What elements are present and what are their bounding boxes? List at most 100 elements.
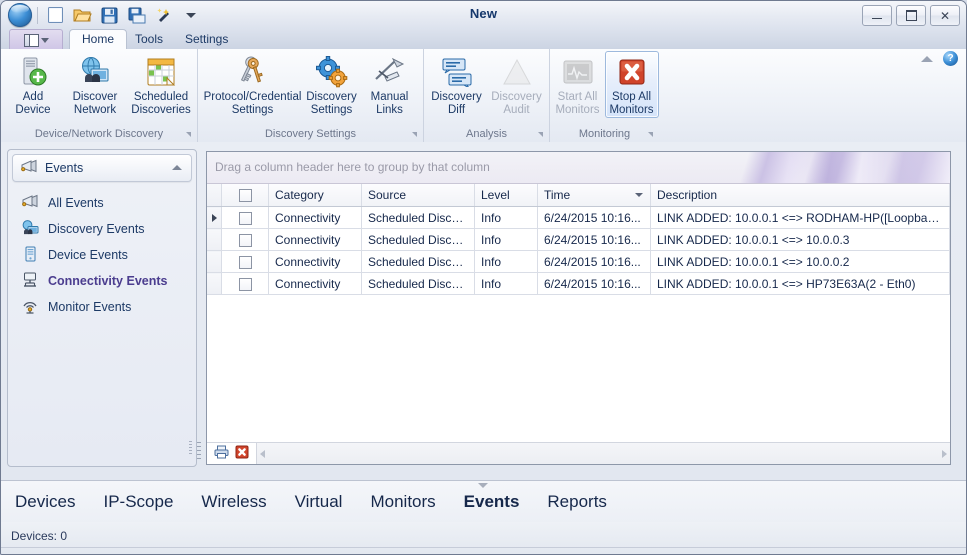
start-all-monitors-button[interactable]: Start All Monitors <box>551 51 605 118</box>
row-checkbox[interactable] <box>238 233 252 247</box>
column-header-time[interactable]: Time <box>537 184 651 207</box>
bottom-tab-wireless[interactable]: Wireless <box>201 492 266 512</box>
cell-category: Connectivity <box>268 250 362 273</box>
discovery-events-icon <box>21 219 39 239</box>
row-checkbox[interactable] <box>238 211 252 225</box>
add-device-label: Add Device <box>15 91 51 116</box>
dialog-launcher-monitoring[interactable] <box>648 132 653 137</box>
events-navigation-panel: Events All Events Discovery Events Devic… <box>7 149 197 467</box>
bottom-tab-monitors[interactable]: Monitors <box>370 492 435 512</box>
cell-level: Info <box>474 272 538 295</box>
close-button[interactable]: ✕ <box>930 5 960 26</box>
sidebar-item-connectivity-events[interactable]: Connectivity Events <box>8 268 196 294</box>
stop-all-monitors-button[interactable]: Stop All Monitors <box>604 51 659 118</box>
scroll-right-icon[interactable] <box>942 449 947 458</box>
column-header-source[interactable]: Source <box>361 184 475 207</box>
sidebar-item-discovery-events[interactable]: Discovery Events <box>8 216 196 242</box>
events-grid-panel: Drag a column header here to group by th… <box>206 151 951 465</box>
dialog-launcher-discovery-settings[interactable] <box>412 132 417 137</box>
select-all-checkbox[interactable] <box>238 189 252 203</box>
splitter-handle[interactable] <box>197 442 201 462</box>
discovery-settings-button[interactable]: Discovery Settings <box>301 51 363 118</box>
grid-footer <box>207 442 950 464</box>
sidebar-item-label: Connectivity Events <box>48 274 168 288</box>
tab-tools[interactable]: Tools <box>123 29 175 49</box>
discovery-audit-button[interactable]: Discovery Audit <box>487 51 547 118</box>
sidebar-item-monitor-events[interactable]: Monitor Events <box>8 294 196 320</box>
minimize-icon <box>872 18 882 19</box>
dialog-launcher-discovery[interactable] <box>186 132 191 137</box>
start-monitors-icon <box>562 55 594 89</box>
scroll-left-icon[interactable] <box>260 449 265 458</box>
row-select-cell[interactable] <box>221 250 269 273</box>
collapse-ribbon-icon[interactable] <box>921 55 933 62</box>
ribbon-group-monitoring: Start All Monitors Stop All Monitors Mon… <box>549 49 659 142</box>
bottom-tab-reports[interactable]: Reports <box>547 492 607 512</box>
table-row[interactable]: Connectivity Scheduled Discov... Info 6/… <box>207 228 950 251</box>
ribbon-right-controls: ? <box>921 51 958 66</box>
start-all-monitors-label: Start All Monitors <box>555 91 600 116</box>
column-header-description[interactable]: Description <box>650 184 950 207</box>
dialog-launcher-analysis[interactable] <box>538 132 543 137</box>
sidebar-group-header-events[interactable]: Events <box>12 154 192 182</box>
connectivity-events-icon <box>21 272 39 291</box>
row-select-cell[interactable] <box>221 206 269 229</box>
row-indicator-cell <box>207 228 222 251</box>
cell-description: LINK ADDED: 10.0.0.1 <=> RODHAM-HP([Loop… <box>650 206 950 229</box>
cell-source: Scheduled Discov... <box>361 206 475 229</box>
discovery-diff-button[interactable]: Discovery Diff <box>427 51 487 118</box>
table-body: Connectivity Scheduled Discov... Info 6/… <box>207 206 950 295</box>
sidebar-item-device-events[interactable]: Device Events <box>8 242 196 268</box>
cell-level: Info <box>474 250 538 273</box>
ribbon-view-menu-button[interactable] <box>9 29 63 50</box>
tab-settings[interactable]: Settings <box>173 29 240 49</box>
print-icon[interactable] <box>214 445 229 462</box>
scheduled-discoveries-button[interactable]: Scheduled Discoveries <box>126 51 196 118</box>
ribbon-group-analysis: Discovery Diff Discovery Audit Analysis <box>423 49 549 142</box>
application-window: New ✕ Home Tools Settings ? Add Device D… <box>0 0 967 555</box>
add-device-button[interactable]: Add Device <box>2 51 64 118</box>
export-error-icon[interactable] <box>235 445 249 462</box>
protocol-credential-settings-button[interactable]: Protocol/Credential Settings <box>204 51 301 118</box>
discovery-diff-icon <box>441 55 473 89</box>
row-checkbox[interactable] <box>238 255 252 269</box>
chevron-up-icon[interactable] <box>172 165 182 170</box>
sidebar-item-all-events[interactable]: All Events <box>8 190 196 216</box>
discovery-audit-icon <box>501 55 533 89</box>
cell-source: Scheduled Discov... <box>361 228 475 251</box>
table-row[interactable]: Connectivity Scheduled Discov... Info 6/… <box>207 272 950 295</box>
chevron-down-icon[interactable] <box>478 483 488 488</box>
panel-resize-grip[interactable] <box>189 441 193 456</box>
discover-network-label: Discover Network <box>72 91 118 116</box>
table-row[interactable]: Connectivity Scheduled Discov... Info 6/… <box>207 206 950 229</box>
row-select-cell[interactable] <box>221 228 269 251</box>
ribbon-group-label-monitoring: Monitoring <box>578 128 631 140</box>
row-checkbox[interactable] <box>238 277 252 291</box>
bottom-tab-events[interactable]: Events <box>464 492 520 512</box>
bottom-tab-devices[interactable]: Devices <box>15 492 75 512</box>
group-by-band[interactable]: Drag a column header here to group by th… <box>207 152 950 184</box>
horizontal-scrollbar[interactable] <box>257 443 950 464</box>
discover-network-button[interactable]: Discover Network <box>64 51 126 118</box>
column-header-level[interactable]: Level <box>474 184 538 207</box>
help-icon[interactable]: ? <box>943 51 958 66</box>
bottom-tab-virtual[interactable]: Virtual <box>295 492 343 512</box>
row-select-cell[interactable] <box>221 272 269 295</box>
close-icon: ✕ <box>939 8 951 23</box>
manual-links-button[interactable]: Manual Links <box>363 51 417 118</box>
tab-home[interactable]: Home <box>69 29 128 50</box>
ribbon-group-label-discovery-settings: Discovery Settings <box>264 128 357 140</box>
scheduled-discoveries-icon <box>145 55 177 89</box>
row-indicator-cell <box>207 272 222 295</box>
cell-category: Connectivity <box>268 272 362 295</box>
window-title: New <box>469 6 498 21</box>
bottom-tab-ip-scope[interactable]: IP-Scope <box>103 492 173 512</box>
column-header-category[interactable]: Category <box>268 184 362 207</box>
group-by-hint: Drag a column header here to group by th… <box>215 160 490 174</box>
decorative-swirl-2 <box>750 152 950 183</box>
minimize-button[interactable] <box>862 5 892 26</box>
column-header-select-all[interactable] <box>221 184 269 207</box>
cell-category: Connectivity <box>268 228 362 251</box>
table-row[interactable]: Connectivity Scheduled Discov... Info 6/… <box>207 250 950 273</box>
maximize-button[interactable] <box>896 5 926 26</box>
